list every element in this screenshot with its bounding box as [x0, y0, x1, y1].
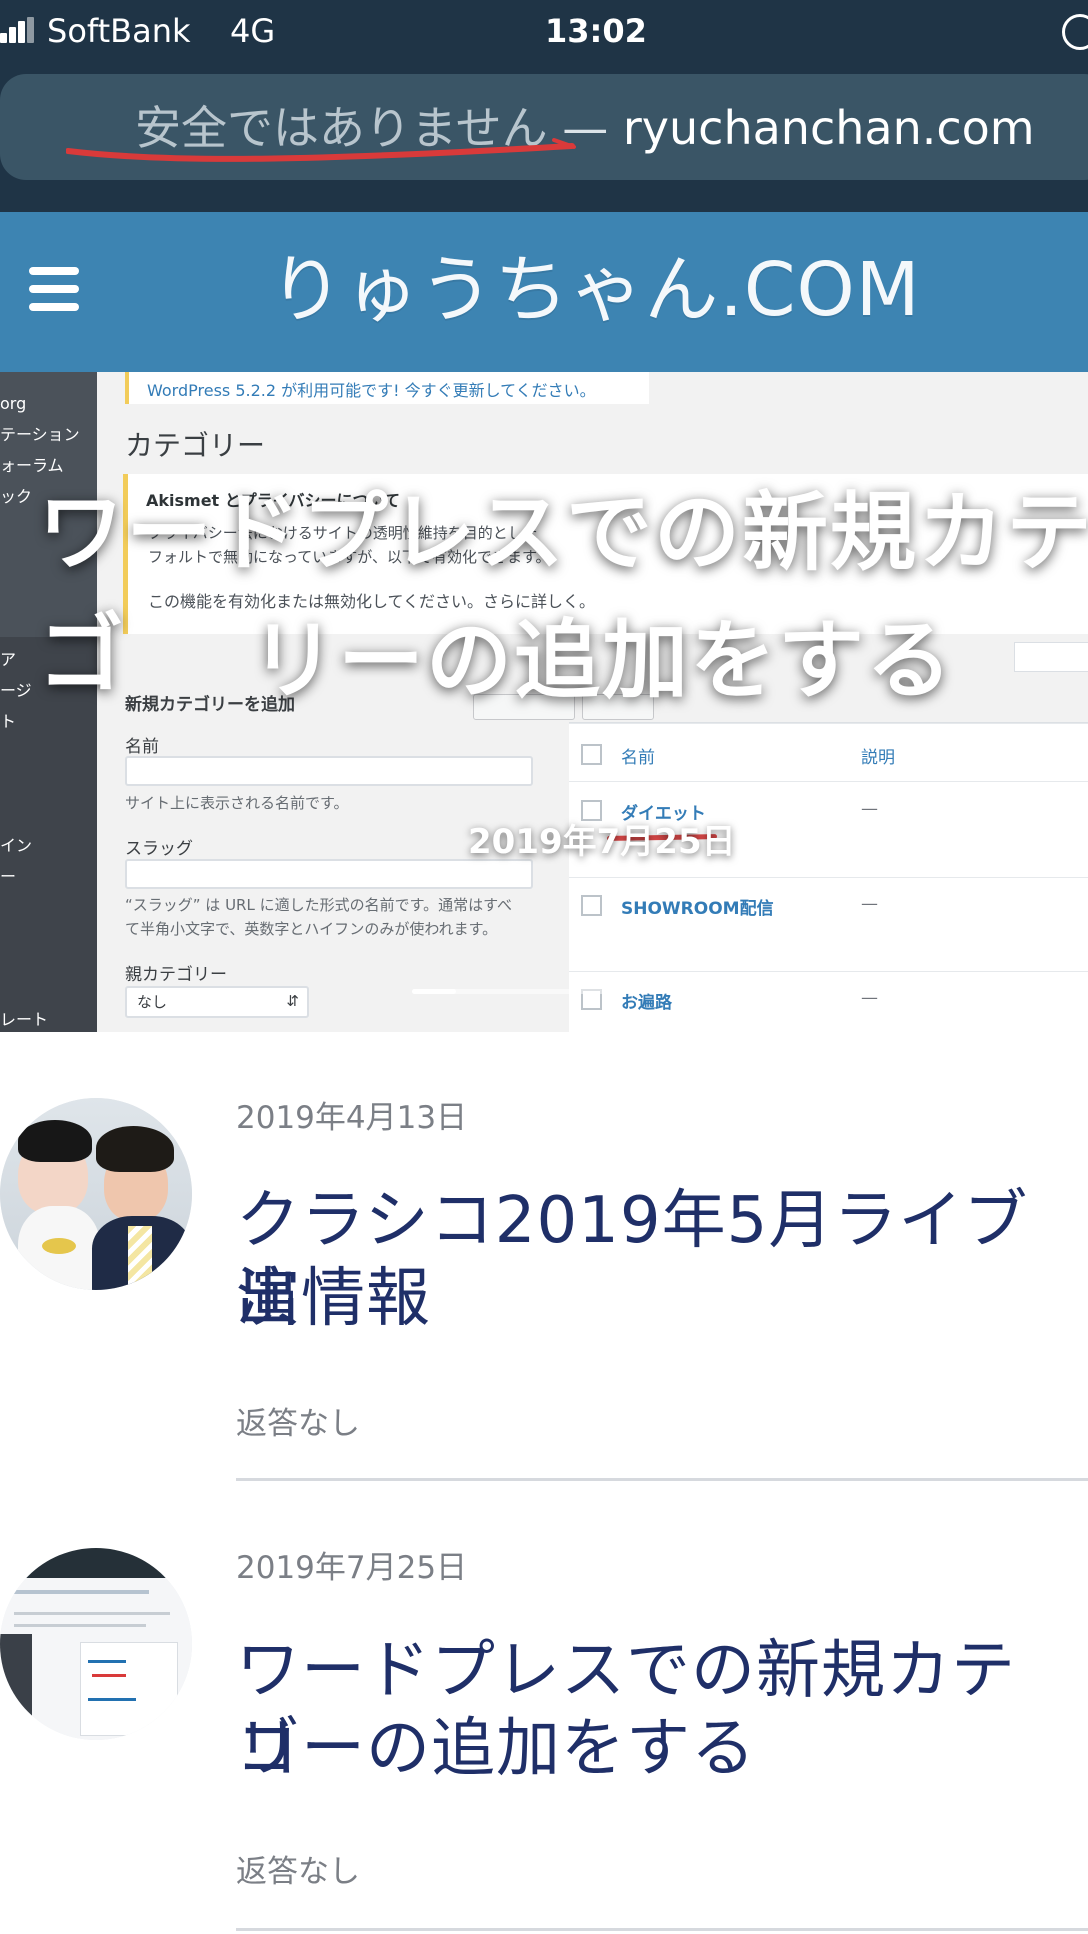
- site-header: りゅうちゃん.COM: [0, 212, 1088, 372]
- thumbnail-red-mark: [92, 1674, 126, 1677]
- slider-progress-track: [412, 989, 776, 994]
- network-type: 4G: [230, 12, 276, 50]
- security-warning: 安全ではありません: [135, 101, 548, 155]
- post-thumbnail-people[interactable]: [0, 1098, 192, 1290]
- post-comment-count[interactable]: 返答なし: [236, 1852, 360, 1892]
- site-title[interactable]: りゅうちゃん.COM: [120, 240, 1070, 340]
- post-title-line-2[interactable]: リーの追加をする: [236, 1710, 1066, 1788]
- post-comment-count[interactable]: 返答なし: [236, 1404, 360, 1444]
- post-divider: [236, 1928, 1088, 1931]
- striped-tie: [128, 1226, 152, 1290]
- post-thumbnail-wordpress[interactable]: [0, 1548, 192, 1740]
- thumbnail-table: [80, 1642, 178, 1736]
- slider-progress-indicator: [412, 989, 456, 994]
- status-time: 13:02: [545, 12, 647, 50]
- person-hair: [96, 1126, 174, 1172]
- signal-icon: [0, 17, 36, 43]
- thumbnail-line: [14, 1612, 170, 1615]
- post-date: 2019年4月13日: [236, 1100, 468, 1136]
- site-domain: ryuchanchan.com: [622, 101, 1035, 155]
- hamburger-icon[interactable]: [29, 267, 79, 311]
- carrier-name: SoftBank: [47, 12, 191, 50]
- post-divider: [236, 1478, 1088, 1481]
- address-text[interactable]: 安全ではありません — ryuchanchan.com: [135, 96, 1055, 160]
- status-bar: SoftBank 4G 13:02: [0, 0, 1088, 62]
- person-hair: [18, 1120, 92, 1162]
- thumbnail-link-line: [88, 1660, 126, 1663]
- post-list-item[interactable]: 2019年7月25日 ワードプレスでの新規カテゴ リーの追加をする 返答なし: [0, 1482, 1088, 1934]
- thumbnail-top-bar: [0, 1548, 192, 1578]
- address-bar[interactable]: 安全ではありません — ryuchanchan.com: [0, 74, 1088, 180]
- hero-post-title-line-2[interactable]: リーの追加をする: [250, 600, 1088, 722]
- address-separator: —: [562, 101, 609, 155]
- thumbnail-line: [14, 1624, 146, 1627]
- browser-chrome: 安全ではありません — ryuchanchan.com: [0, 62, 1088, 212]
- post-title-line-2[interactable]: 演情報: [236, 1260, 1066, 1338]
- thumbnail-line: [14, 1590, 149, 1594]
- post-list-item[interactable]: 2019年4月13日 クラシコ2019年5月ライブ出 演情報 返答なし: [0, 1032, 1088, 1486]
- bow-tie: [42, 1238, 76, 1254]
- orientation-lock-icon: [1062, 14, 1088, 50]
- thumbnail-sidebar: [0, 1634, 32, 1740]
- hero-post-date: 2019年7月25日: [468, 822, 736, 862]
- featured-post-slider[interactable]: org テーション ォーラム ック ア ージ ト イン ー レート WordPr…: [0, 372, 1088, 1032]
- post-date: 2019年7月25日: [236, 1550, 468, 1586]
- thumbnail-link-line: [88, 1698, 136, 1701]
